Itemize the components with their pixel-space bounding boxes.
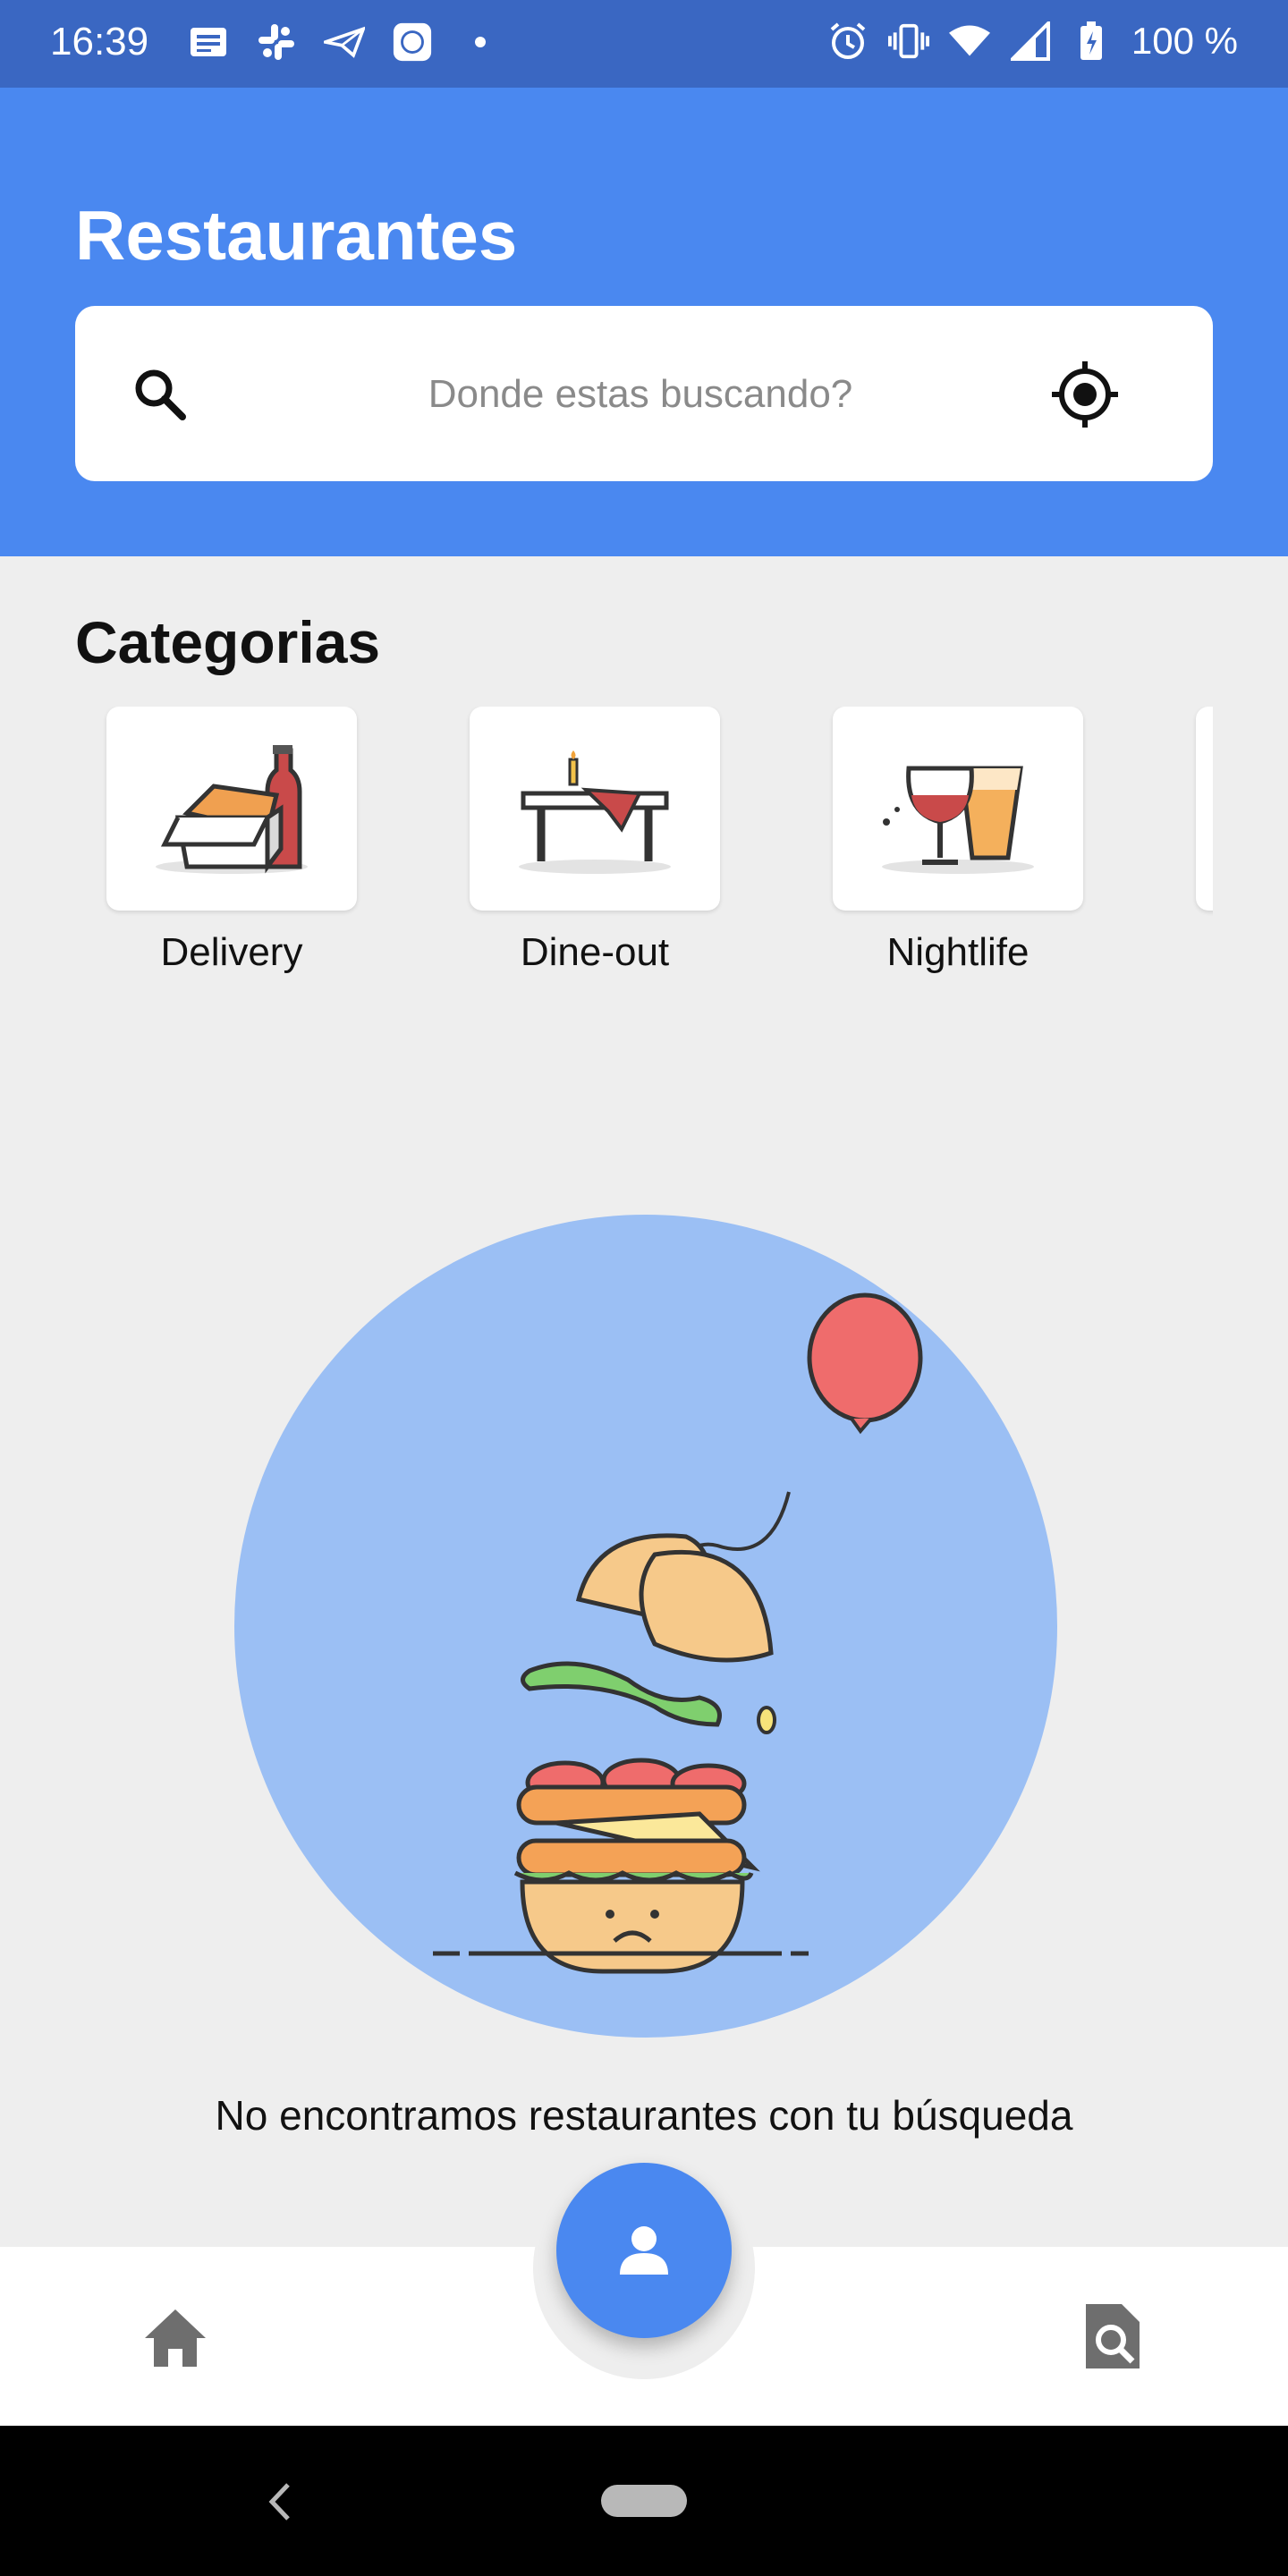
- profile-button[interactable]: [556, 2163, 732, 2338]
- category-card[interactable]: [106, 707, 357, 911]
- back-icon[interactable]: [261, 2478, 297, 2526]
- search-doc-icon[interactable]: [1079, 2301, 1147, 2372]
- slack-icon: [256, 21, 297, 63]
- sad-burger-illustration: [234, 1215, 1057, 2038]
- category-nightlife[interactable]: Nightlife: [833, 707, 1083, 993]
- category-card[interactable]: [470, 707, 720, 911]
- nightlife-icon: [882, 766, 1034, 874]
- category-delivery[interactable]: Delivery: [106, 707, 357, 993]
- wifi-icon: [948, 21, 990, 62]
- battery-icon: [1071, 21, 1112, 62]
- signal-icon: [1010, 21, 1051, 62]
- battery-percent: 100 %: [1131, 20, 1238, 62]
- category-label: Delivery: [160, 930, 303, 974]
- mi-icon: [392, 21, 433, 63]
- profile-icon: [620, 2226, 668, 2275]
- status-time: 16:39: [50, 20, 149, 64]
- dine-out-icon: [519, 750, 671, 874]
- delivery-icon: [156, 745, 308, 874]
- search-input[interactable]: [254, 360, 1027, 429]
- my-location-icon[interactable]: [1050, 360, 1120, 429]
- news-icon: [188, 21, 229, 63]
- category-more[interactable]: [1196, 707, 1213, 993]
- categories-title: Categorias: [75, 609, 381, 675]
- page-title: Restaurantes: [75, 196, 518, 275]
- status-bar: 16:39 100 %: [0, 0, 1288, 88]
- vibrate-icon: [887, 21, 929, 62]
- empty-state-message: No encontramos restaurantes con tu búsqu…: [215, 2092, 1073, 2139]
- notification-icons: [188, 21, 501, 63]
- alarm-icon: [827, 21, 869, 62]
- home-pill[interactable]: [601, 2485, 687, 2517]
- system-status: 100 %: [827, 20, 1238, 63]
- category-dine-out[interactable]: Dine-out: [470, 707, 720, 993]
- category-label: Dine-out: [520, 930, 670, 974]
- home-icon[interactable]: [141, 2304, 209, 2372]
- dot-icon: [460, 21, 501, 63]
- search-icon[interactable]: [131, 365, 188, 422]
- send-icon: [324, 21, 365, 63]
- category-label: Nightlife: [886, 930, 1030, 974]
- search-bar[interactable]: [75, 306, 1213, 481]
- app-header: Restaurantes: [0, 88, 1288, 556]
- category-card[interactable]: [833, 707, 1083, 911]
- category-card[interactable]: [1196, 707, 1213, 911]
- categories-list[interactable]: Delivery Dine-out Nightlife: [75, 707, 1213, 1002]
